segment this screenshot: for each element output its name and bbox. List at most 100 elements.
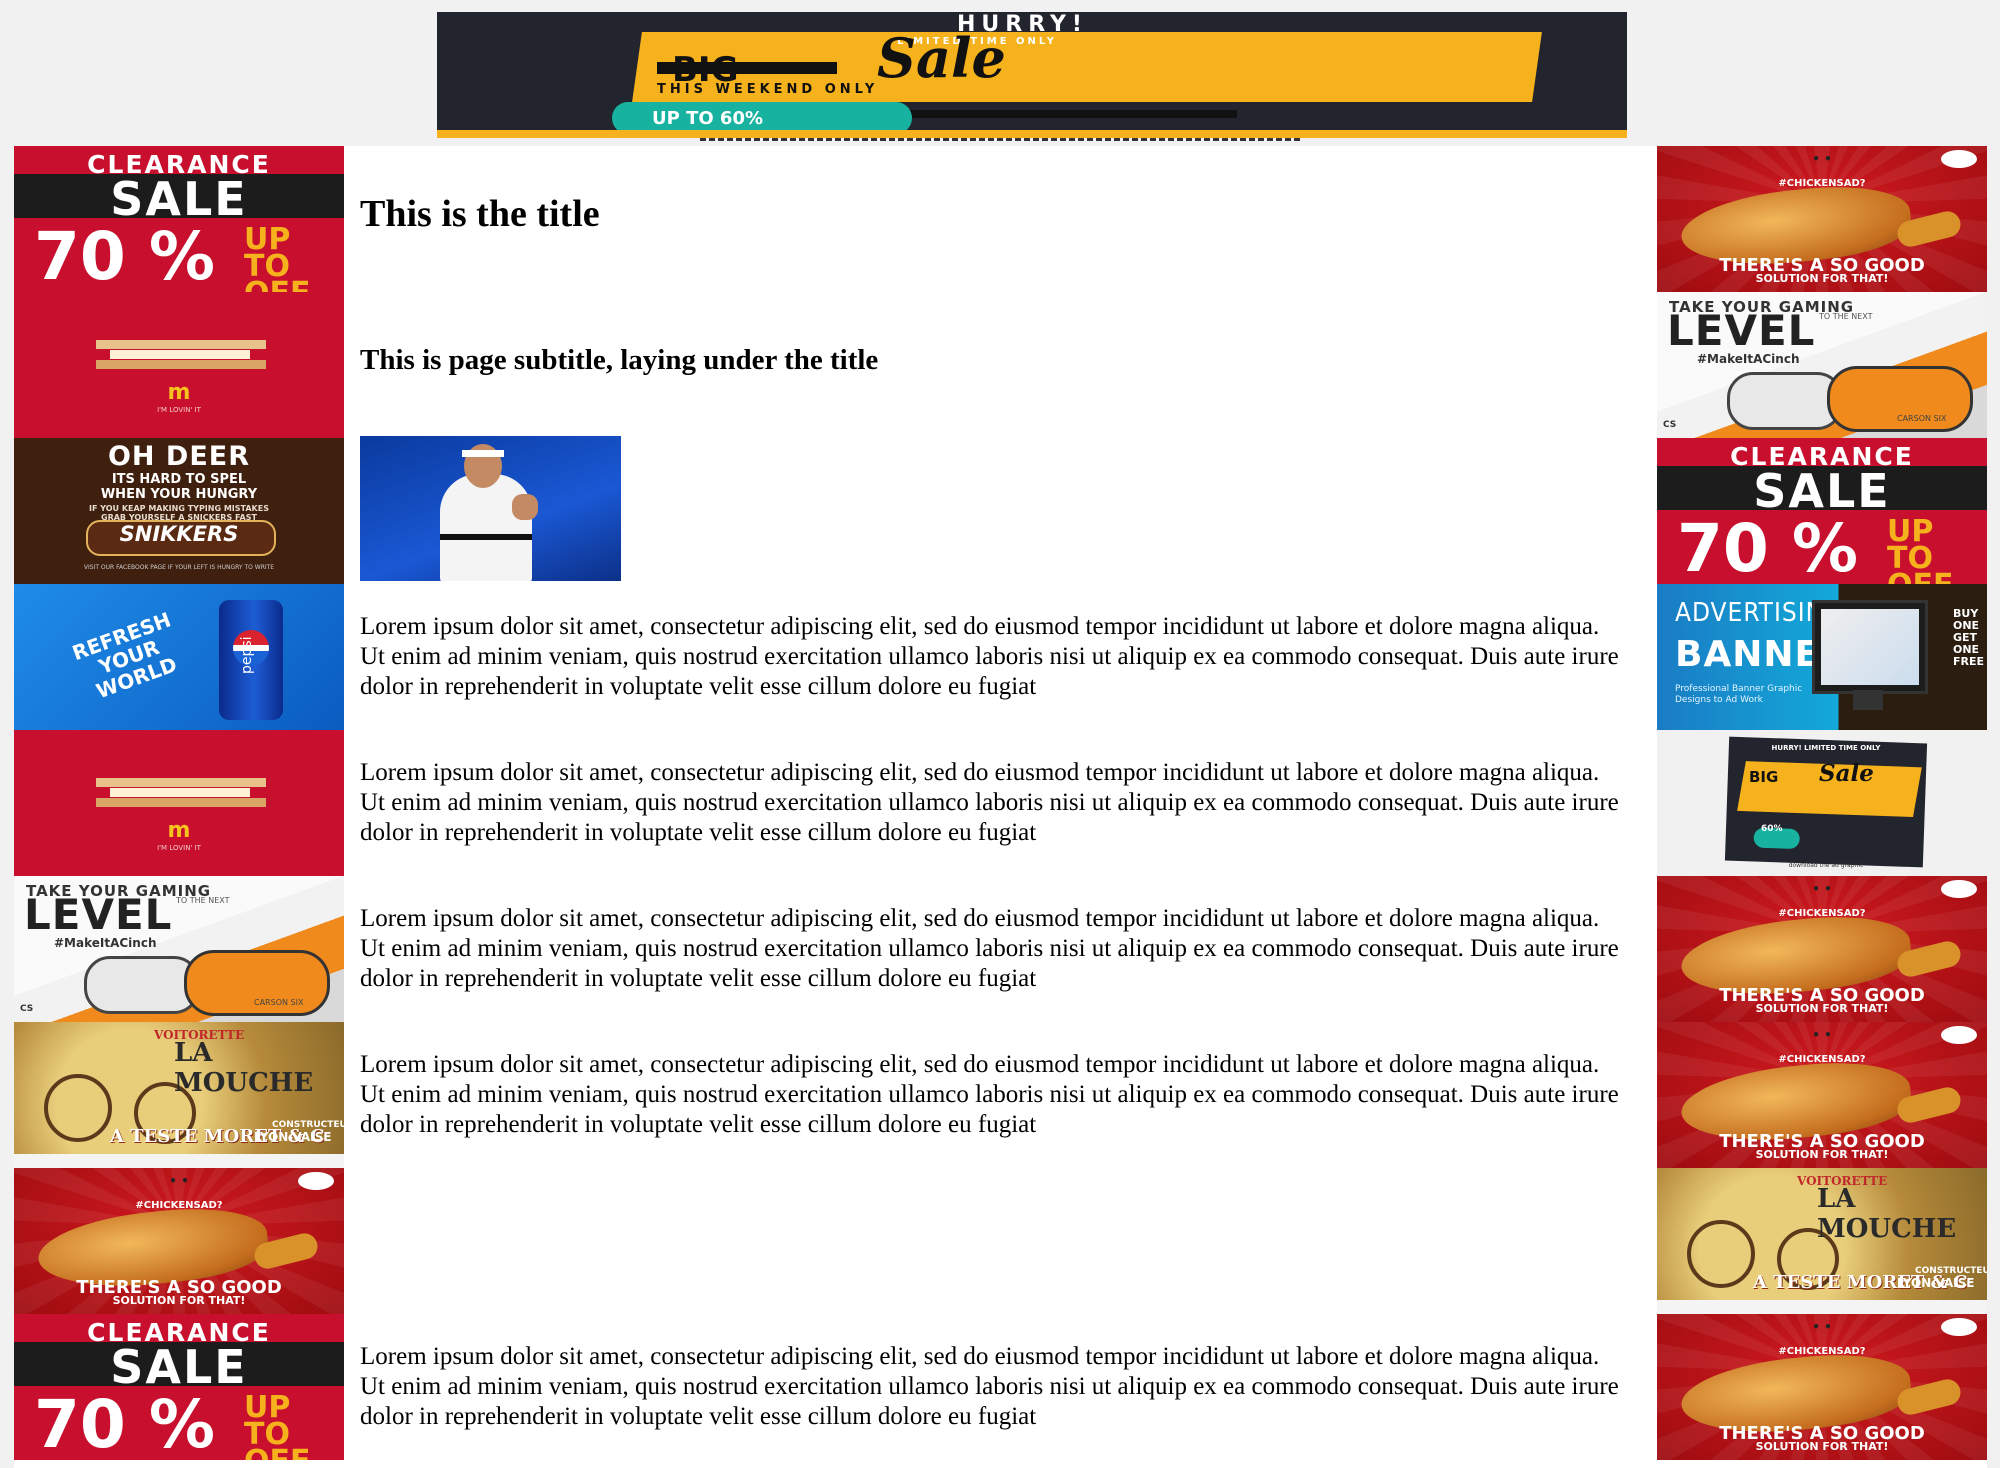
sad-face-icon: • •: [169, 1174, 189, 1188]
ad-chicken[interactable]: • • #CHICKENSAD? THERE'S A SO GOOD SOLUT…: [1657, 1314, 1987, 1460]
sad-face-icon: • •: [1812, 882, 1832, 896]
ad-footer-text: VISIT OUR FACEBOOK PAGE IF YOUR LEFT IS …: [83, 564, 275, 571]
ad-la-mouche-poster[interactable]: VOITORETTE LA MOUCHE A TESTE MORET & C C…: [1657, 1168, 1987, 1314]
sad-face-icon: • •: [1812, 1320, 1832, 1334]
ad-subline: ITS HARD TO SPEL WHEN YOUR HUNGRY: [14, 472, 344, 502]
ad-subline-1: ITS HARD TO SPEL: [111, 472, 247, 487]
bicycle-wheel-icon: [44, 1074, 112, 1142]
left-gutter: [0, 146, 14, 1468]
ad-advertising-banners[interactable]: ADVERTISING BANNERS Professional Banner …: [1657, 584, 1987, 730]
ad-clearance-sale[interactable]: CLEARANCE SALE 70 % UP TOOFF: [14, 1314, 344, 1460]
sale-kicker: HURRY! LIMITED TIME ONLY: [1771, 744, 1881, 752]
ad-gaming-level[interactable]: TAKE YOUR GAMING LEVEL TO THE NEXT #Make…: [14, 876, 344, 1022]
ad-up-to: UP TOOFF: [244, 1393, 344, 1461]
poster-note: CONSTRUCTEURS: [1915, 1266, 1987, 1276]
ad-off-text: OFF: [244, 276, 311, 293]
ad-logo: CS: [1663, 420, 1677, 430]
poster-note-1: CONSTRUCTEURS: [1915, 1266, 1987, 1276]
candy-brand: SNIKKERS: [119, 522, 239, 546]
gamepad-icon: [1727, 372, 1843, 430]
player-fist: [512, 494, 538, 520]
gamepad-icon: [84, 956, 200, 1014]
ad-off-text: OFF: [244, 1444, 311, 1461]
ad-up-to-text: UP TO: [244, 1390, 291, 1452]
ad-subline: SOLUTION FOR THAT!: [1755, 1148, 1889, 1161]
body-paragraph: Lorem ipsum dolor sit amet, consectetur …: [360, 613, 1619, 700]
banner-word-sale: Sale: [877, 26, 1006, 90]
poster-note-1: CONSTRUCTEURS: [272, 1120, 344, 1130]
ad-up-to: UP TOOFF: [1887, 517, 1987, 585]
ad-hashtag: #MakeItACinch: [54, 936, 157, 950]
sale-caption: download the ad graphic: [1788, 862, 1864, 869]
mcdonalds-logo-icon: m: [167, 380, 191, 405]
ad-chicken[interactable]: • • #CHICKENSAD? THERE'S A SO GOOD SOLUT…: [1657, 1022, 1987, 1168]
top-banner-ad[interactable]: HURRY! LIMITED TIME ONLY BIG Sale THIS W…: [437, 12, 1627, 138]
body-paragraph: Lorem ipsum dolor sit amet, consectetur …: [360, 1343, 1619, 1430]
banner-pill-text: UP TO 60%: [652, 108, 764, 129]
sad-face-icon: • •: [1812, 152, 1832, 166]
page-title: This is the title: [360, 193, 600, 235]
ad-headline: LEVEL: [1667, 306, 1816, 355]
ad-up-to-text: UP TO: [1887, 514, 1934, 576]
ad-up-to: UP TOOFF: [244, 225, 344, 293]
ad-subline: SOLUTION FOR THAT!: [1755, 272, 1889, 285]
fries-bar: [110, 350, 250, 359]
ad-tagline: TO THE NEXT: [1819, 312, 1873, 321]
tennis-player-photo: [360, 436, 621, 581]
poster-city: LYON-VAISE: [1897, 1276, 1975, 1290]
banner-bottom-stripe: [437, 130, 1627, 138]
ad-gaming-level[interactable]: TAKE YOUR GAMING LEVEL TO THE NEXT #Make…: [1657, 292, 1987, 438]
ad-headline: OH DEER: [107, 441, 251, 472]
sale-word-sale: Sale: [1819, 760, 1874, 787]
ad-chicken[interactable]: • • #CHICKENSAD? THERE'S A SO GOOD SOLUT…: [1657, 146, 1987, 292]
right-gutter: [1987, 146, 2000, 1468]
sale-word-big: BIG: [1749, 768, 1779, 786]
ad-chicken[interactable]: • • #CHICKENSAD? THERE'S A SO GOOD SOLUT…: [1657, 876, 1987, 1022]
monitor-icon: [1812, 600, 1928, 694]
poster-footer: [1657, 1300, 1987, 1314]
ad-subline: SOLUTION FOR THAT!: [1755, 1440, 1889, 1453]
ad-chicken[interactable]: • • #CHICKENSAD? THERE'S A SO GOOD SOLUT…: [14, 1168, 344, 1314]
ad-mcdonalds[interactable]: m I'M LOVIN' IT: [14, 292, 344, 438]
poster-headline: LA MOUCHE: [1817, 1184, 1957, 1244]
fries-bar: [110, 788, 250, 797]
ad-clearance-sale[interactable]: CLEARANCE SALE 70 % UP TOOFF: [14, 146, 344, 292]
player-headband: [462, 450, 504, 457]
body-paragraph: Lorem ipsum dolor sit amet, consectetur …: [360, 759, 1619, 846]
fries-bar: [96, 360, 266, 369]
ad-slogan: REFRESH YOUR WORLD: [47, 600, 211, 713]
ad-pepsi[interactable]: REFRESH YOUR WORLD pepsi: [14, 584, 344, 730]
ad-subline-1: Professional Banner Graphic: [1675, 684, 1803, 694]
can-brand: pepsi: [239, 636, 255, 674]
ad-subline: Professional Banner Graphic Designs to Ad…: [1675, 684, 1802, 706]
ad-headline: LEVEL: [24, 890, 173, 939]
ad-snikkers[interactable]: OH DEER ITS HARD TO SPEL WHEN YOUR HUNGRY…: [14, 438, 344, 584]
poster-city: LYON-VAISE: [254, 1130, 332, 1144]
ad-logo: CS: [20, 1004, 34, 1014]
ad-percent: 70 %: [34, 1386, 215, 1460]
mcdonalds-logo-icon: m: [167, 818, 191, 843]
player-shirt: [440, 474, 532, 581]
top-banner-caption-strip: [700, 138, 1300, 149]
body-paragraph: Lorem ipsum dolor sit amet, consectetur …: [360, 1051, 1619, 1138]
ad-slogan: I'M LOVIN' IT: [157, 844, 201, 852]
page-subtitle: This is page subtitle, laying under the …: [360, 344, 879, 376]
ad-up-to-text: UP TO: [244, 222, 291, 284]
ad-hashtag: #MakeItACinch: [1697, 352, 1800, 366]
ad-small-1: IF YOU KEAP MAKING TYPING MISTAKES: [89, 504, 269, 513]
sale-percent: 60%: [1761, 824, 1783, 834]
ad-subline: SOLUTION FOR THAT!: [1755, 1002, 1889, 1015]
bicycle-wheel-icon: [1687, 1220, 1755, 1288]
ad-mcdonalds[interactable]: m I'M LOVIN' IT: [14, 730, 344, 876]
ad-subline-2: Designs to Ad Work: [1675, 695, 1763, 705]
player-shirt-stripe: [440, 534, 532, 540]
ad-big-sale[interactable]: HURRY! LIMITED TIME ONLY BIG Sale 60% do…: [1657, 730, 1987, 876]
ad-clearance-sale[interactable]: CLEARANCE SALE 70 % UP TOOFF: [1657, 438, 1987, 584]
poster-headline: LA MOUCHE: [174, 1038, 314, 1098]
ad-tagline: TO THE NEXT: [176, 896, 230, 905]
fries-bar: [96, 778, 266, 787]
ad-la-mouche-poster[interactable]: VOITORETTE LA MOUCHE A TESTE MORET & C C…: [14, 1022, 344, 1168]
monitor-stand: [1853, 690, 1883, 710]
ad-off-text: OFF: [1887, 568, 1954, 585]
ad-subline-2: WHEN YOUR HUNGRY: [100, 487, 258, 502]
